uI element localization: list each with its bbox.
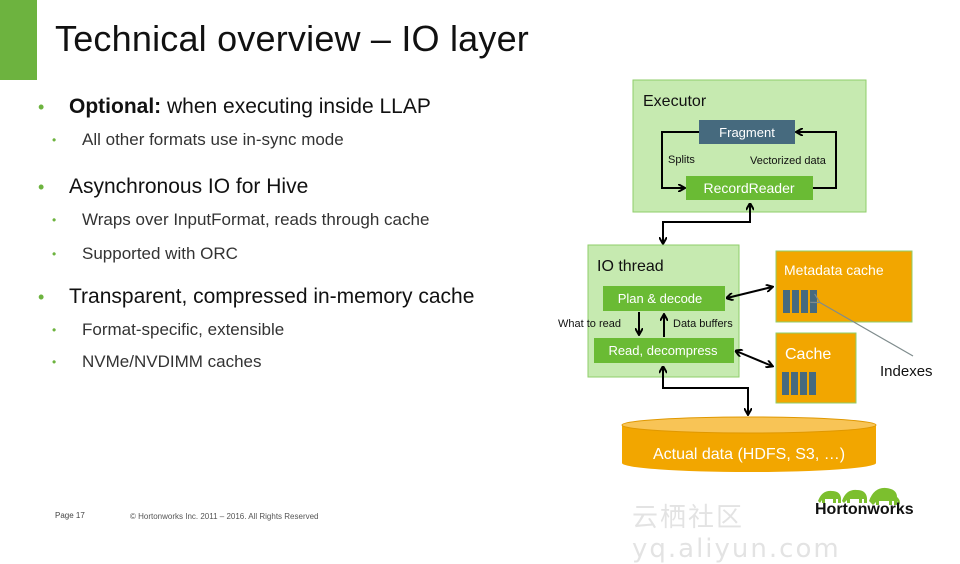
read-cache-arrow xyxy=(736,351,772,366)
copyright: © Hortonworks Inc. 2011 – 2016. All Righ… xyxy=(130,512,319,521)
plan-decode-label: Plan & decode xyxy=(618,291,703,306)
io-layer-diagram: Executor Fragment RecordReader Splits Ve… xyxy=(558,79,933,505)
actual-data-label: Actual data (HDFS, S3, …) xyxy=(653,446,845,463)
io-thread-label: IO thread xyxy=(597,258,664,275)
metadata-cache-label: Metadata cache xyxy=(784,262,884,278)
executor-label: Executor xyxy=(643,93,707,110)
fragment-label: Fragment xyxy=(719,125,775,140)
actual-data-cylinder xyxy=(621,416,877,472)
hortonworks-logo: Hortonworks xyxy=(815,501,914,518)
data-buffers-label: Data buffers xyxy=(673,318,733,330)
splits-label: Splits xyxy=(668,154,695,166)
read-decompress-label: Read, decompress xyxy=(608,343,718,358)
record-reader-label: RecordReader xyxy=(703,180,794,196)
page-number: Page 17 xyxy=(55,511,85,520)
cache-label: Cache xyxy=(785,346,831,363)
indexes-label: Indexes xyxy=(880,363,933,380)
what-to-read-label: What to read xyxy=(558,318,621,330)
vectorized-label: Vectorized data xyxy=(750,155,827,167)
